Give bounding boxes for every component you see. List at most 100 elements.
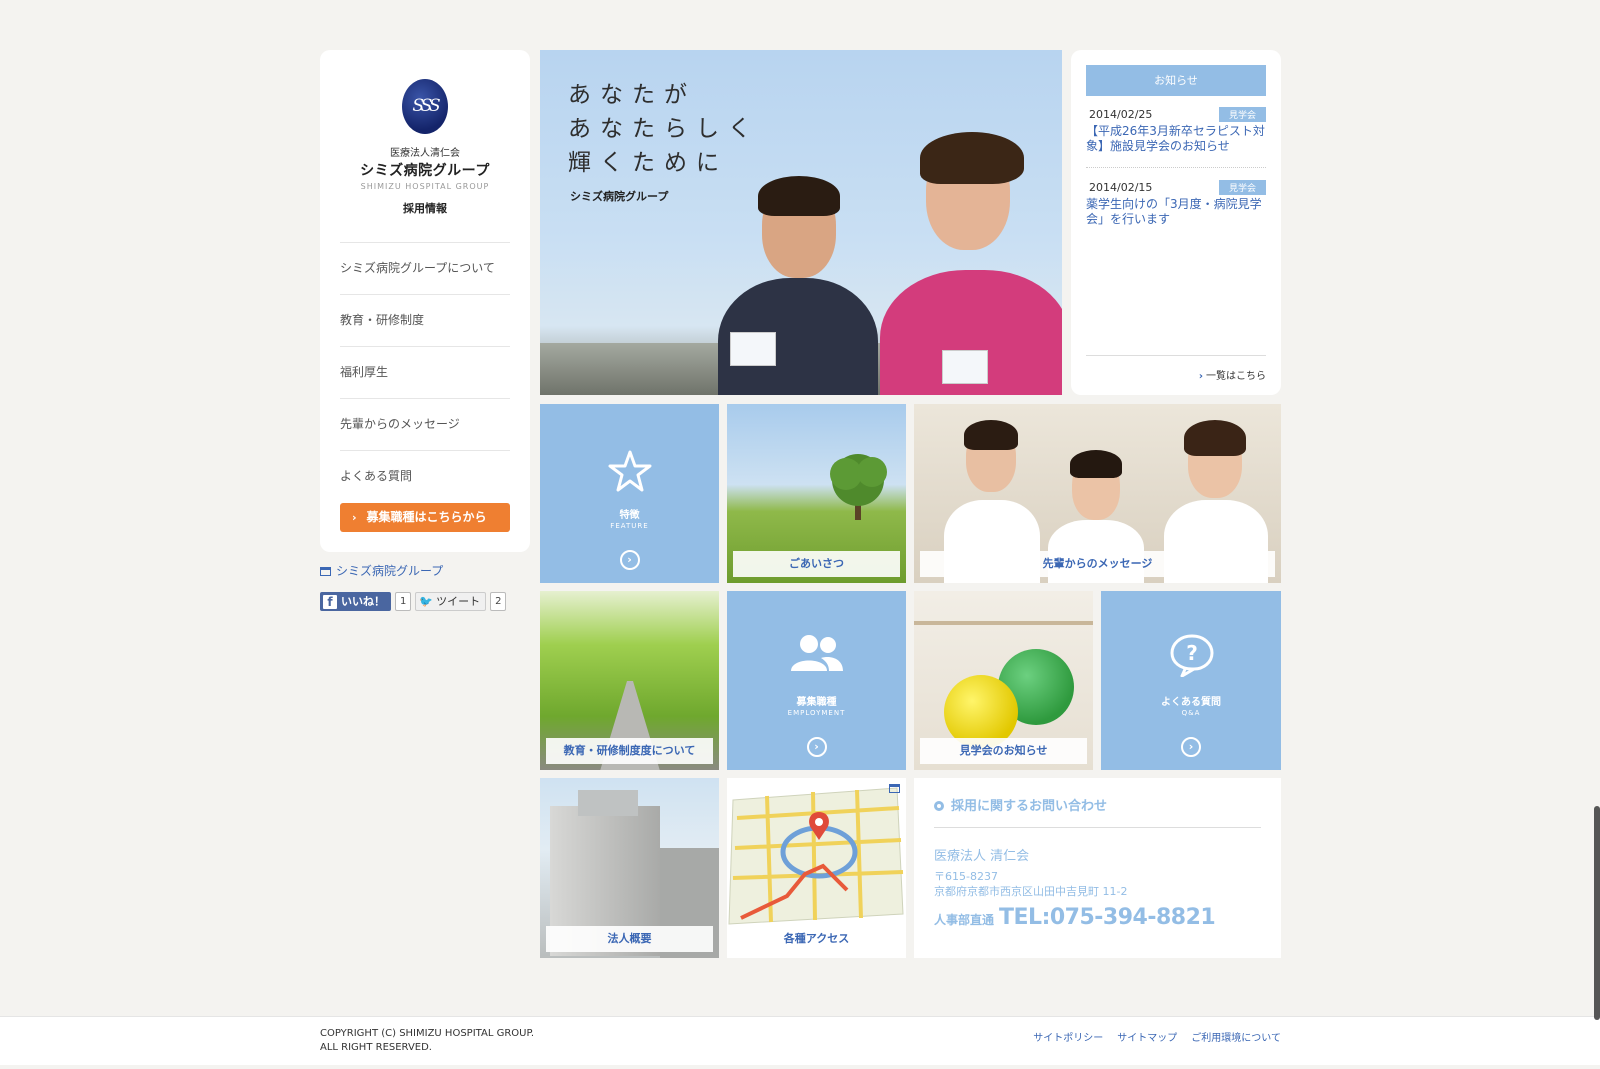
tile-faq[interactable]: ? よくある質問 Q&A › <box>1101 591 1281 770</box>
tile-feature[interactable]: 特徴 FEATURE › <box>540 404 719 583</box>
group-external-link[interactable]: シミズ病院グループ <box>320 562 443 579</box>
contact-phone[interactable]: 人事部直通 TEL:075-394-8821 <box>934 905 1216 930</box>
tile-visit-label: 見学会のお知らせ <box>920 738 1087 764</box>
news-more-label: 一覧はこちら <box>1206 371 1266 382</box>
news-date: 2014/02/25 <box>1089 108 1153 121</box>
jobs-cta-button[interactable]: › 募集職種はこちらから <box>340 503 510 532</box>
hero-banner: あなたが あなたらしく 輝くために シミズ病院グループ <box>540 50 1062 395</box>
sidebar: SSS 医療法人清仁会 シミズ病院グループ SHIMIZU HOSPITAL G… <box>320 50 530 552</box>
hero-man-hair <box>758 176 840 216</box>
sidebar-item-messages[interactable]: 先輩からのメッセージ <box>340 398 510 450</box>
question-bubble-icon: ? <box>1170 634 1214 677</box>
jobs-cta-label: 募集職種はこちらから <box>366 510 487 524</box>
news-item: 2014/02/25 見学会 【平成26年3月新卒セラピスト対象】施設見学会のお知… <box>1086 107 1266 154</box>
contact-zip: 〒615-8237 <box>934 870 998 883</box>
tweet-count: 2 <box>490 592 507 611</box>
facebook-like-button[interactable]: f いいね！ <box>320 592 391 611</box>
contact-title: 採用に関するお問い合わせ <box>934 795 1107 814</box>
tweet-button[interactable]: 🐦 ツイート <box>415 592 487 611</box>
circle-arrow-icon: › <box>619 550 640 570</box>
tile-feature-subtitle: FEATURE <box>610 522 649 530</box>
tweet-label: ツイート <box>436 595 481 608</box>
like-count: 1 <box>395 592 412 611</box>
external-window-icon <box>889 784 900 793</box>
copyright: COPYRIGHT (C) SHIMIZU HOSPITAL GROUP. AL… <box>320 1027 534 1055</box>
sidebar-nav: シミズ病院グループについて 教育・研修制度 福利厚生 先輩からのメッセージ よく… <box>340 242 510 502</box>
facebook-icon: f <box>323 594 337 609</box>
news-tag: 見学会 <box>1218 107 1266 122</box>
contact-panel: 採用に関するお問い合わせ 医療法人 清仁会 〒615-8237 京都府京都市西京… <box>914 778 1281 958</box>
tile-faq-title: よくある質問 <box>1161 697 1221 708</box>
tile-access[interactable]: 各種アクセス <box>727 778 906 958</box>
news-panel: お知らせ 2014/02/25 見学会 【平成26年3月新卒セラピスト対象】施設見… <box>1071 50 1281 395</box>
news-title-link[interactable]: 【平成26年3月新卒セラピスト対象】施設見学会のお知らせ <box>1086 124 1266 154</box>
tile-messages-label: 先輩からのメッセージ <box>920 551 1275 577</box>
circle-bullet-icon <box>934 801 944 811</box>
tile-feature-title: 特徴 <box>619 510 640 521</box>
contact-org: 医療法人 清仁会 <box>934 849 1030 864</box>
social-buttons: f いいね！ 1 🐦 ツイート 2 <box>320 592 507 611</box>
news-item: 2014/02/15 見学会 薬学生向けの「3月度・病院見学会」を行います <box>1086 180 1266 227</box>
tile-employment-title: 募集職種 <box>796 697 837 708</box>
group-external-link-label: シミズ病院グループ <box>336 564 444 578</box>
star-icon <box>608 450 652 492</box>
tile-access-label: 各種アクセス <box>733 926 900 952</box>
news-tag: 見学会 <box>1218 180 1266 195</box>
footer-links: サイトポリシー サイトマップ ご利用環境について <box>1033 1029 1281 1044</box>
hero-line-3: 輝くために <box>568 150 728 176</box>
scrollbar[interactable] <box>1594 806 1600 1020</box>
logo[interactable]: SSS 医療法人清仁会 シミズ病院グループ SHIMIZU HOSPITAL G… <box>320 50 530 216</box>
sidebar-item-about[interactable]: シミズ病院グループについて <box>340 242 510 294</box>
tile-greeting[interactable]: ごあいさつ <box>727 404 906 583</box>
chevron-right-icon: › <box>352 511 357 524</box>
sidebar-item-benefits[interactable]: 福利厚生 <box>340 346 510 398</box>
tile-training-label: 教育・研修制度度について <box>546 738 713 764</box>
tile-visit[interactable]: 見学会のお知らせ <box>914 591 1093 770</box>
sidebar-item-training[interactable]: 教育・研修制度 <box>340 294 510 346</box>
news-divider <box>1086 355 1266 356</box>
news-title-link[interactable]: 薬学生向けの「3月度・病院見学会」を行います <box>1086 197 1266 227</box>
handrail <box>914 621 1093 625</box>
external-window-icon <box>320 567 331 576</box>
nurse-hair <box>964 420 1018 450</box>
news-divider <box>1086 167 1266 168</box>
tile-overview[interactable]: 法人概要 <box>540 778 719 958</box>
copyright-line-2: ALL RIGHT RESERVED. <box>320 1042 432 1053</box>
circle-arrow-icon: › <box>1181 737 1201 757</box>
logo-mark-icon: SSS <box>402 79 448 134</box>
footer: COPYRIGHT (C) SHIMIZU HOSPITAL GROUP. AL… <box>0 1016 1600 1065</box>
logo-name-en: SHIMIZU HOSPITAL GROUP <box>360 182 490 191</box>
logo-subtitle: 採用情報 <box>403 202 447 215</box>
tile-training[interactable]: 教育・研修制度度について <box>540 591 719 770</box>
nurse-hair <box>1070 450 1122 478</box>
tile-employment[interactable]: 募集職種 EMPLOYMENT › <box>727 591 906 770</box>
contact-address: 京都府京都市西京区山田中吉見町 11-2 <box>934 885 1128 898</box>
nurse-hair <box>1184 420 1246 456</box>
footer-link-environment[interactable]: ご利用環境について <box>1191 1029 1281 1044</box>
circle-arrow-icon: › <box>806 737 827 757</box>
tile-faq-subtitle: Q&A <box>1181 709 1201 717</box>
svg-text:?: ? <box>1186 641 1198 665</box>
sidebar-item-faq[interactable]: よくある質問 <box>340 450 510 502</box>
news-date: 2014/02/15 <box>1089 181 1153 194</box>
logo-org: 医療法人清仁会 <box>390 148 460 159</box>
contact-divider <box>934 827 1261 828</box>
copyright-line-1: COPYRIGHT (C) SHIMIZU HOSPITAL GROUP. <box>320 1028 535 1039</box>
tile-employment-subtitle: EMPLOYMENT <box>787 709 846 717</box>
tree-icon <box>830 454 887 520</box>
news-heading: お知らせ <box>1086 65 1266 96</box>
hero-woman-hair <box>920 132 1024 184</box>
twitter-bird-icon: 🐦 <box>419 595 434 608</box>
logo-name: シミズ病院グループ <box>360 163 490 179</box>
footer-link-policy[interactable]: サイトポリシー <box>1033 1029 1103 1044</box>
facebook-like-label: いいね！ <box>341 595 385 608</box>
tile-messages[interactable]: 先輩からのメッセージ <box>914 404 1281 583</box>
hero-line-1: あなたが <box>568 82 696 108</box>
id-badge <box>730 332 776 366</box>
footer-link-sitemap[interactable]: サイトマップ <box>1117 1029 1177 1044</box>
news-more-link[interactable]: › 一覧はこちら <box>1199 367 1266 382</box>
map-icon <box>728 787 904 925</box>
tile-greeting-label: ごあいさつ <box>733 551 900 577</box>
id-badge <box>942 350 988 384</box>
hero-signature: シミズ病院グループ <box>570 190 669 203</box>
